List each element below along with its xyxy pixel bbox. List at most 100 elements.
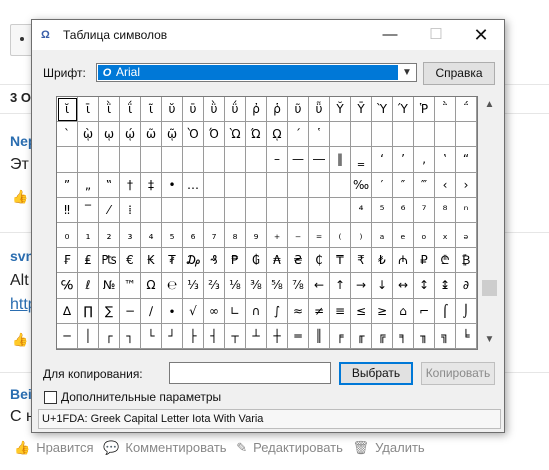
character-cell[interactable]: ₀ — [57, 223, 78, 249]
character-cell[interactable]: ≠ — [309, 298, 330, 324]
character-cell[interactable]: ₱ — [225, 248, 246, 274]
character-cell[interactable]: ≥ — [372, 298, 393, 324]
character-cell[interactable]: ῾ — [309, 122, 330, 148]
character-cell[interactable]: ₆ — [183, 223, 204, 249]
character-cell[interactable] — [372, 122, 393, 148]
character-cell[interactable]: ₺ — [372, 248, 393, 274]
character-cell[interactable]: ῼ — [267, 122, 288, 148]
character-cell[interactable]: ₸ — [330, 248, 351, 274]
character-cell[interactable] — [267, 172, 288, 198]
character-cell[interactable]: − — [120, 298, 141, 324]
character-cell[interactable]: ― — [309, 147, 330, 173]
character-cell[interactable]: ‟ — [99, 172, 120, 198]
character-cell[interactable]: ⁶ — [393, 197, 414, 223]
character-cell[interactable] — [120, 147, 141, 173]
character-cell[interactable]: ῥ — [267, 97, 288, 123]
character-cell[interactable]: ῭ — [435, 97, 456, 123]
character-cell[interactable]: ₌ — [309, 223, 330, 249]
delete-action[interactable]: Удалить — [375, 440, 425, 455]
character-cell[interactable]: ₓ — [435, 223, 456, 249]
character-cell[interactable]: ₣ — [57, 248, 78, 274]
character-cell[interactable]: ῠ — [162, 97, 183, 123]
character-cell[interactable]: ₒ — [414, 223, 435, 249]
character-cell[interactable]: ┤ — [204, 323, 225, 349]
character-cell[interactable]: Ό — [204, 122, 225, 148]
character-cell[interactable]: • — [162, 172, 183, 198]
advanced-view-label[interactable]: Дополнительные параметры — [61, 390, 221, 404]
character-cell[interactable]: ‛ — [435, 147, 456, 173]
character-cell[interactable]: ‹ — [435, 172, 456, 198]
character-cell[interactable]: ῳ — [99, 122, 120, 148]
character-cell[interactable]: ↑ — [330, 273, 351, 299]
character-cell[interactable] — [330, 172, 351, 198]
character-cell[interactable]: ῐ — [57, 97, 78, 123]
character-cell[interactable]: ┬ — [225, 323, 246, 349]
character-cell[interactable]: → — [351, 273, 372, 299]
character-cell[interactable]: ₭ — [141, 248, 162, 274]
character-cell[interactable]: Ὺ — [372, 97, 393, 123]
minimize-button[interactable]: — — [367, 20, 413, 50]
character-cell[interactable] — [288, 197, 309, 223]
character-cell[interactable]: Ω — [141, 273, 162, 299]
character-cell[interactable]: ₐ — [372, 223, 393, 249]
character-cell[interactable] — [393, 122, 414, 148]
character-cell[interactable]: ‘ — [372, 147, 393, 173]
character-cell[interactable]: ₾ — [435, 248, 456, 274]
character-cell[interactable]: ∂ — [456, 273, 477, 299]
character-cell[interactable]: ↨ — [435, 273, 456, 299]
character-cell[interactable]: ∫ — [267, 298, 288, 324]
comment-action[interactable]: Комментировать — [125, 440, 226, 455]
character-cell[interactable]: ⁄ — [99, 197, 120, 223]
character-cell[interactable]: ‾ — [78, 197, 99, 223]
character-cell[interactable]: — — [288, 147, 309, 173]
character-cell[interactable]: ⅜ — [246, 273, 267, 299]
character-cell[interactable]: Ὸ — [183, 122, 204, 148]
character-cell[interactable]: ╖ — [414, 323, 435, 349]
character-cell[interactable]: ΅ — [456, 97, 477, 123]
character-cell[interactable]: ` — [57, 122, 78, 148]
character-cell[interactable]: ₔ — [456, 223, 477, 249]
character-cell[interactable]: ῤ — [246, 97, 267, 123]
character-cell[interactable]: ⌠ — [435, 298, 456, 324]
character-cell[interactable]: ₇ — [204, 223, 225, 249]
character-cell[interactable]: ∙ — [162, 298, 183, 324]
character-cell[interactable] — [309, 172, 330, 198]
character-cell[interactable]: ⌐ — [414, 298, 435, 324]
character-cell[interactable]: ₧ — [99, 248, 120, 274]
character-cell[interactable] — [267, 197, 288, 223]
character-cell[interactable]: ₊ — [267, 223, 288, 249]
character-cell[interactable]: ‗ — [351, 147, 372, 173]
character-cell[interactable] — [225, 147, 246, 173]
help-button[interactable]: Справка — [423, 62, 495, 85]
character-cell[interactable]: ₋ — [288, 223, 309, 249]
character-cell[interactable]: ┐ — [120, 323, 141, 349]
character-cell[interactable]: ῡ — [183, 97, 204, 123]
character-cell[interactable]: ῢ — [204, 97, 225, 123]
like-icon[interactable]: 👍 — [12, 189, 28, 204]
character-cell[interactable]: ╓ — [351, 323, 372, 349]
character-cell[interactable] — [246, 172, 267, 198]
character-cell[interactable]: ∏ — [78, 298, 99, 324]
character-cell[interactable] — [99, 147, 120, 173]
character-cell[interactable] — [288, 172, 309, 198]
character-cell[interactable]: ₉ — [246, 223, 267, 249]
character-cell[interactable]: ← — [309, 273, 330, 299]
character-cell[interactable]: ₈ — [225, 223, 246, 249]
advanced-view-checkbox[interactable] — [44, 391, 57, 404]
character-cell[interactable]: ″ — [393, 172, 414, 198]
character-cell[interactable]: ↓ — [372, 273, 393, 299]
character-cell[interactable]: ′ — [372, 172, 393, 198]
character-cell[interactable]: ∆ — [57, 298, 78, 324]
character-cell[interactable] — [351, 122, 372, 148]
character-cell[interactable]: ₳ — [267, 248, 288, 274]
character-cell[interactable]: ‖ — [330, 147, 351, 173]
character-cell[interactable]: ℮ — [162, 273, 183, 299]
character-cell[interactable]: ℓ — [78, 273, 99, 299]
character-grid[interactable]: ῐ ῑ ῒ ΐ ῖ ῠ ῡ ῢ ΰ ῤ ῥ ῦ ῧ Ῠ Ῡ Ὺ Ύ Ῥ ῭ ΅ ` ῲ ῳ ῴ ῶ ῷ Ὸ Ό Ὼ Ώ ῼ ´ ῾ – — ― ‖ ‗ ‘’… — [56, 96, 478, 350]
chevron-down-icon[interactable]: ▼ — [400, 64, 414, 81]
trash-icon[interactable]: 🗑 — [353, 440, 370, 455]
character-cell[interactable]: ≡ — [330, 298, 351, 324]
like-icon[interactable]: 👍 — [14, 440, 30, 455]
character-cell[interactable]: ₼ — [393, 248, 414, 274]
character-cell[interactable]: € — [120, 248, 141, 274]
